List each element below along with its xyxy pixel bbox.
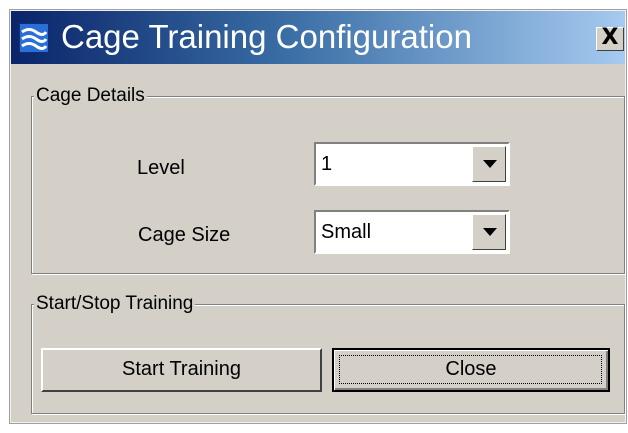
window-title: Cage Training Configuration — [61, 18, 472, 55]
level-dropdown[interactable]: 1 — [314, 142, 510, 186]
training-legend: Start/Stop Training — [34, 293, 196, 315]
chevron-down-icon — [483, 160, 497, 168]
cage-size-dropdown[interactable]: Small — [314, 210, 510, 254]
dialog-app-icon — [19, 23, 49, 53]
close-button[interactable]: Close — [332, 348, 610, 392]
training-group: Start/Stop Training Start Training Close — [31, 293, 625, 414]
cage-size-value: Small — [321, 221, 372, 243]
close-label: Close — [445, 358, 497, 380]
title-bar[interactable]: Cage Training Configuration X — [11, 11, 625, 64]
level-value: 1 — [321, 153, 333, 175]
start-training-label: Start Training — [122, 358, 241, 380]
cage-size-dropdown-button[interactable] — [472, 214, 506, 250]
close-icon[interactable]: X — [596, 27, 624, 51]
chevron-down-icon — [483, 228, 497, 236]
dialog-window: Cage Training Configuration X Cage Detai… — [10, 10, 626, 423]
cage-details-group: Cage Details Level 1 Cage Size Small — [31, 85, 625, 274]
cage-details-legend: Cage Details — [34, 85, 147, 107]
cage-size-label: Cage Size — [138, 224, 231, 246]
start-training-button[interactable]: Start Training — [41, 348, 322, 392]
level-dropdown-button[interactable] — [472, 146, 506, 182]
level-label: Level — [137, 157, 185, 179]
